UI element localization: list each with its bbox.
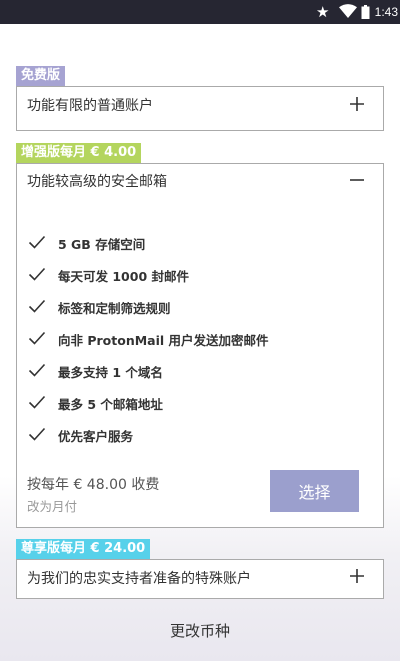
feature-item: 标签和定制筛选规则 [27, 298, 367, 330]
feature-label: 优先客户服务 [58, 429, 134, 444]
visionary-plan-tag: 尊享版每月 € 24.00 [16, 539, 151, 559]
checkmark-icon [28, 267, 46, 281]
expand-plus-icon[interactable] [349, 96, 365, 112]
visionary-plan-card[interactable]: 为我们的忠实支持者准备的特殊账户 [16, 559, 384, 599]
free-plan-card[interactable]: 功能有限的普通账户 [16, 86, 384, 131]
change-currency-link[interactable]: 更改币种 [0, 620, 400, 641]
plus-plan-description: 功能较高级的安全邮箱 [27, 174, 167, 190]
status-time: 1:43 [374, 5, 398, 19]
free-plan-description: 功能有限的普通账户 [27, 98, 153, 114]
feature-item: 每天可发 1000 封邮件 [27, 266, 367, 298]
feature-item: 优先客户服务 [27, 426, 367, 458]
feature-item: 5 GB 存储空间 [27, 234, 367, 266]
annual-price-text: 按每年 € 48.00 收费 [27, 477, 160, 493]
visionary-plan-description: 为我们的忠实支持者准备的特殊账户 [27, 571, 251, 587]
feature-item: 最多支持 1 个域名 [27, 362, 367, 394]
feature-label: 最多 5 个邮箱地址 [58, 397, 163, 412]
checkmark-icon [28, 363, 46, 377]
feature-item: 向非 ProtonMail 用户发送加密邮件 [27, 330, 367, 362]
wifi-icon [339, 4, 357, 18]
checkmark-icon [28, 299, 46, 313]
feature-label: 5 GB 存储空间 [58, 237, 146, 252]
battery-icon [361, 5, 370, 19]
feature-list: 5 GB 存储空间 每天可发 1000 封邮件 标签和定制筛选规则 向非 Pro… [27, 234, 367, 458]
checkmark-icon [28, 427, 46, 441]
checkmark-icon [28, 331, 46, 345]
status-bar: ★ 1:43 [0, 0, 400, 24]
feature-label: 向非 ProtonMail 用户发送加密邮件 [58, 333, 269, 348]
expand-plus-icon[interactable] [349, 568, 365, 584]
feature-label: 标签和定制筛选规则 [58, 301, 171, 316]
collapse-minus-icon[interactable] [349, 172, 365, 188]
star-icon: ★ [316, 3, 330, 21]
select-plan-button[interactable]: 选择 [270, 470, 359, 512]
checkmark-icon [28, 395, 46, 409]
checkmark-icon [28, 235, 46, 249]
free-plan-tag: 免费版 [16, 66, 66, 86]
switch-to-monthly-link[interactable]: 改为月付 [27, 496, 77, 515]
feature-item: 最多 5 个邮箱地址 [27, 394, 367, 426]
feature-label: 最多支持 1 个域名 [58, 365, 163, 380]
feature-label: 每天可发 1000 封邮件 [58, 269, 189, 284]
plus-plan-tag: 增强版每月 € 4.00 [16, 143, 142, 163]
plus-plan-card: 功能较高级的安全邮箱 5 GB 存储空间 每天可发 1000 封邮件 标签和定制… [16, 163, 384, 528]
